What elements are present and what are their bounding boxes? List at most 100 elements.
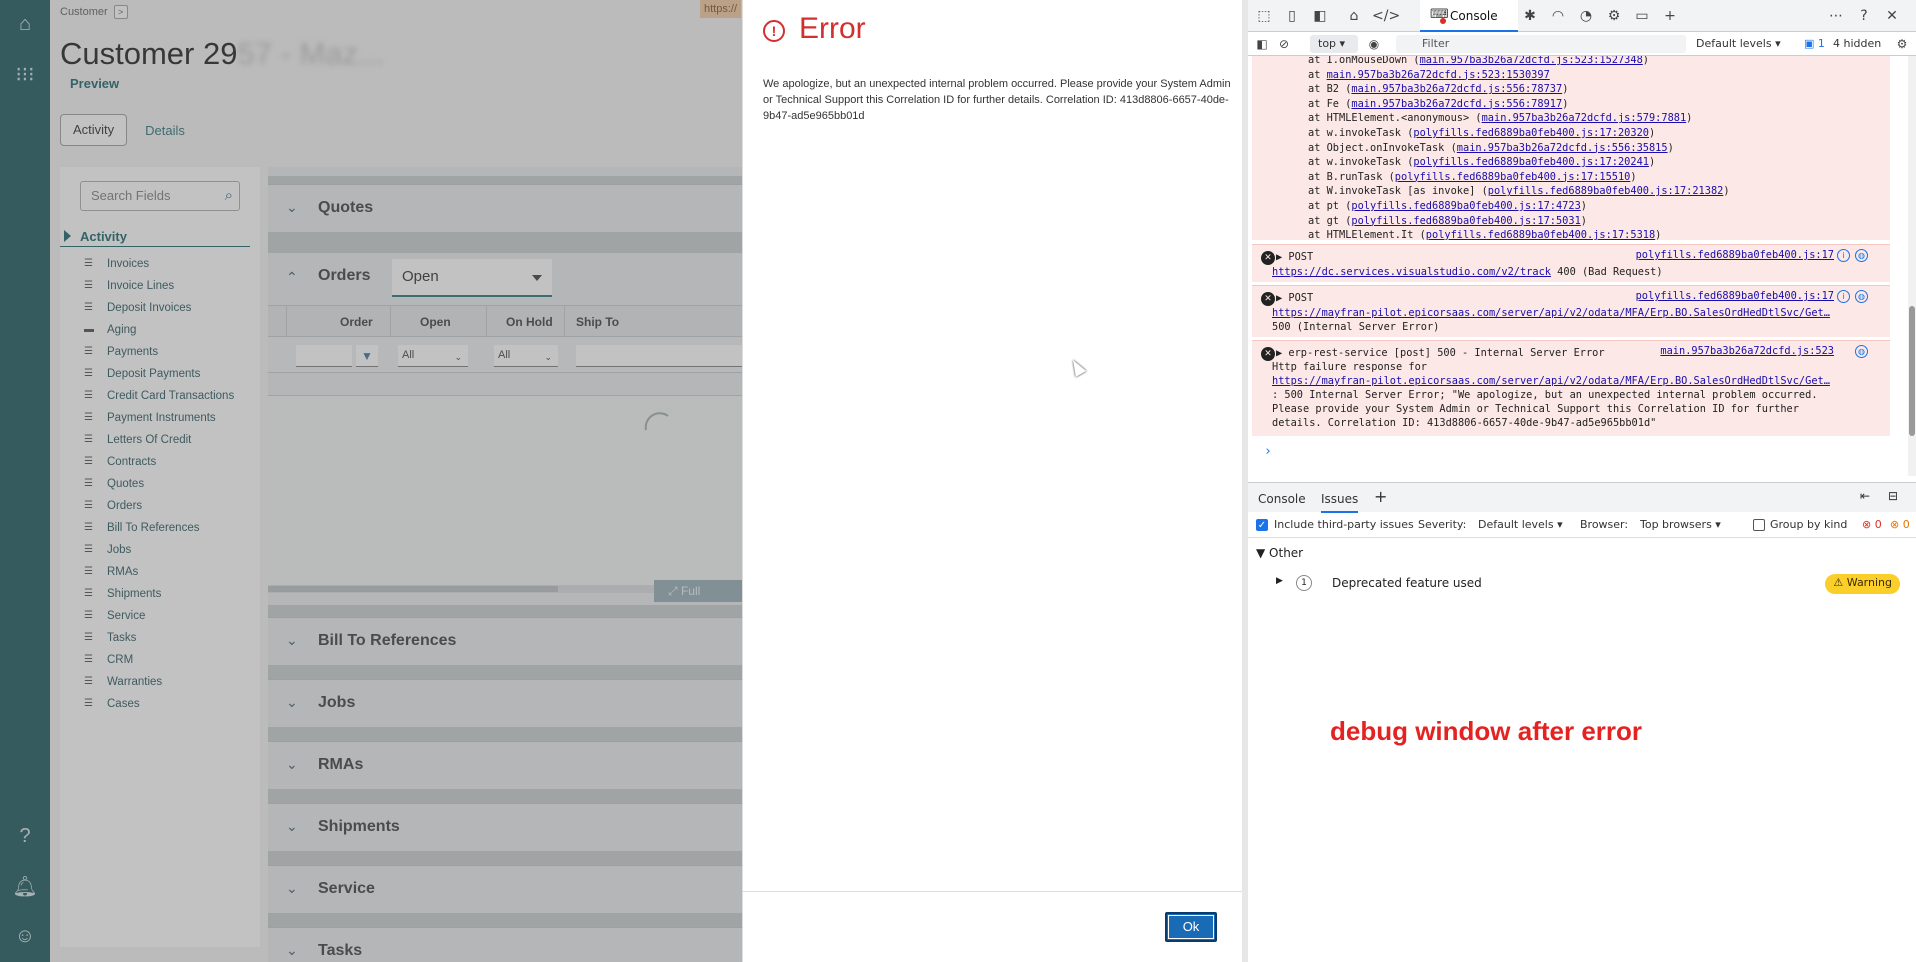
stack-frame-text: at w.invokeTask ( xyxy=(1308,126,1414,139)
log-row-expand[interactable]: ▶ erp-rest-service [post] 500 - Internal… xyxy=(1276,347,1605,359)
stack-frame-link[interactable]: main.957ba3b26a72dcfd.js:523:1530397 xyxy=(1327,69,1550,81)
request-url-link[interactable]: https://mayfran-pilot.epicorsaas.com/ser… xyxy=(1272,375,1830,387)
post-method: POST xyxy=(1288,251,1314,263)
issue-group-other[interactable]: ▼ Other xyxy=(1256,546,1303,560)
stack-trace-line: at B.runTask (polyfills.fed6889ba0feb400… xyxy=(1252,170,1890,185)
device-toggle-icon[interactable]: ▯ xyxy=(1282,6,1302,26)
log-levels-value: Default levels xyxy=(1696,37,1772,50)
stack-frame-link[interactable]: main.957ba3b26a72dcfd.js:579:7881 xyxy=(1482,112,1687,124)
info-icon[interactable]: i xyxy=(1837,290,1850,303)
scroll-thumb[interactable] xyxy=(1909,306,1915,436)
console-filter-input[interactable]: Filter xyxy=(1396,35,1686,53)
stack-frame-link[interactable]: polyfills.fed6889ba0feb400.js:17:5318 xyxy=(1426,229,1655,241)
severity-label: Severity: xyxy=(1418,518,1467,531)
stack-trace-line: at w.invokeTask (polyfills.fed6889ba0feb… xyxy=(1252,155,1890,170)
tab-console[interactable]: ⌨ Console xyxy=(1420,0,1518,32)
screen: ⌂ ⁝⁝⁝ ? 🔔︎ ☺ Customer > https:// Custome… xyxy=(0,0,1916,962)
warning-badge: ⚠ Warning xyxy=(1825,574,1900,594)
log-row-expand[interactable]: ▶ POST xyxy=(1276,251,1313,263)
dock-drawer-icon[interactable]: ⇤ xyxy=(1860,489,1870,503)
help-icon[interactable]: ? xyxy=(1854,6,1874,26)
severity-value: Default levels xyxy=(1478,518,1554,531)
clear-console-icon[interactable]: ⊘ xyxy=(1274,34,1294,54)
stack-frame-suffix: ) xyxy=(1686,112,1693,125)
stack-trace-line: at HTMLElement.<anonymous> (main.957ba3b… xyxy=(1252,111,1890,126)
stack-frame-link[interactable]: polyfills.fed6889ba0feb400.js:17:15510 xyxy=(1395,171,1631,183)
dock-icon[interactable]: ◧ xyxy=(1310,6,1330,26)
expand-triangle-icon[interactable]: ▶ xyxy=(1276,576,1283,586)
bug-icon[interactable]: ✱ xyxy=(1520,6,1540,26)
log-levels-select[interactable]: Default levels ▾ xyxy=(1696,37,1781,50)
request-url-link[interactable]: https://mayfran-pilot.epicorsaas.com/ser… xyxy=(1272,307,1830,319)
console-output: at I.onMouseDown (main.957ba3b26a72dcfd.… xyxy=(1248,56,1908,476)
stack-frame-link[interactable]: polyfills.fed6889ba0feb400.js:17:20320 xyxy=(1413,127,1649,139)
console-scrollbar[interactable] xyxy=(1908,56,1916,476)
stack-frame-text: at HTMLElement.It ( xyxy=(1308,229,1426,242)
log-row-expand[interactable]: ▶ POST xyxy=(1276,292,1313,304)
dialog-footer: Ok xyxy=(743,891,1243,962)
context-select[interactable]: top ▾ xyxy=(1310,35,1358,53)
more-icon[interactable]: ⋯ xyxy=(1826,6,1846,26)
devtools-panel: ⬚ ▯ ◧ ⌂ </> ⌨ Console ✱ ◠ ◔ ⚙ ▭ + ⋯ ? ✕ ◧… xyxy=(1248,0,1916,962)
console-settings-icon[interactable]: ⚙ xyxy=(1892,34,1912,54)
ok-button[interactable]: Ok xyxy=(1165,912,1217,942)
stack-frame-link[interactable]: main.957ba3b26a72dcfd.js:556:78737 xyxy=(1351,83,1562,95)
error-x-icon: ✕ xyxy=(1261,347,1275,361)
issue-row[interactable]: ▶ 1 Deprecated feature used ⚠ Warning xyxy=(1248,570,1916,598)
elements-icon[interactable]: </> xyxy=(1372,6,1400,26)
warning-count: ⊗ 0 xyxy=(1890,518,1910,531)
severity-select[interactable]: Default levels ▾ xyxy=(1478,518,1563,531)
stack-frame-suffix: ) xyxy=(1580,214,1587,227)
hidden-count: 4 hidden xyxy=(1833,37,1882,50)
source-link[interactable]: main.957ba3b26a72dcfd.js:523 xyxy=(1660,345,1834,357)
source-link[interactable]: polyfills.fed6889ba0feb400.js:17 xyxy=(1636,290,1834,302)
welcome-home-icon[interactable]: ⌂ xyxy=(1344,6,1364,26)
stack-trace-line: at Fe (main.957ba3b26a72dcfd.js:556:7891… xyxy=(1252,97,1890,112)
console-prompt-icon[interactable]: › xyxy=(1264,444,1272,459)
application-icon[interactable]: ▭ xyxy=(1632,6,1652,26)
third-party-checkbox[interactable]: ✓ xyxy=(1256,519,1268,531)
stack-trace-line: at w.invokeTask (polyfills.fed6889ba0feb… xyxy=(1252,126,1890,141)
settings-gear-icon[interactable]: ⚙ xyxy=(1604,6,1624,26)
console-toolbar: ◧ ⊘ top ▾ ◉ Filter Default levels ▾ ▣ 1 … xyxy=(1248,32,1916,56)
add-tab-icon[interactable]: + xyxy=(1660,6,1680,26)
add-drawer-tab-icon[interactable]: + xyxy=(1374,487,1387,506)
stack-frame-link[interactable]: polyfills.fed6889ba0feb400.js:17:20241 xyxy=(1413,156,1649,168)
stack-frame-link[interactable]: main.957ba3b26a72dcfd.js:523:1527348 xyxy=(1420,56,1643,66)
request-url-link[interactable]: https://dc.services.visualstudio.com/v2/… xyxy=(1272,266,1551,278)
copilot-icon[interactable]: ◍ xyxy=(1855,290,1868,303)
stack-frame-suffix: ) xyxy=(1562,83,1569,96)
issues-count-badge[interactable]: ▣ 1 xyxy=(1804,37,1825,50)
stack-frame-text: at xyxy=(1308,68,1327,81)
stack-frame-text: at HTMLElement.<anonymous> ( xyxy=(1308,112,1482,125)
error-x-icon: ✕ xyxy=(1261,292,1275,306)
group-by-kind-checkbox[interactable] xyxy=(1753,519,1765,531)
copilot-icon[interactable]: ◍ xyxy=(1855,249,1868,262)
stack-frame-suffix: ) xyxy=(1642,56,1649,66)
close-drawer-icon[interactable]: ⊟ xyxy=(1888,489,1898,503)
eye-icon[interactable]: ◉ xyxy=(1364,34,1384,54)
third-party-label: Include third-party issues xyxy=(1274,518,1414,531)
network-wifi-icon[interactable]: ◠ xyxy=(1548,6,1568,26)
browser-select[interactable]: Top browsers ▾ xyxy=(1640,518,1721,531)
info-icon[interactable]: i xyxy=(1837,249,1850,262)
source-link[interactable]: polyfills.fed6889ba0feb400.js:17 xyxy=(1636,249,1834,261)
stack-frame-link[interactable]: polyfills.fed6889ba0feb400.js:17:5031 xyxy=(1351,215,1580,227)
copilot-icon[interactable]: ◍ xyxy=(1855,345,1868,358)
stack-frame-link[interactable]: polyfills.fed6889ba0feb400.js:17:21382 xyxy=(1488,185,1724,197)
stack-frame-suffix: ) xyxy=(1630,170,1637,183)
close-icon[interactable]: ✕ xyxy=(1882,6,1902,26)
drawer-tab-console[interactable]: Console xyxy=(1258,492,1306,506)
stack-frame-link[interactable]: main.957ba3b26a72dcfd.js:556:35815 xyxy=(1457,142,1668,154)
stack-frame-suffix: ) xyxy=(1723,185,1730,198)
stack-frame-text: at Fe ( xyxy=(1308,97,1352,110)
dialog-title: Error xyxy=(799,12,866,45)
drawer-tab-issues[interactable]: Issues xyxy=(1321,492,1359,513)
modal-scrim xyxy=(0,0,742,962)
stack-frame-link[interactable]: main.957ba3b26a72dcfd.js:556:78917 xyxy=(1351,98,1562,110)
performance-icon[interactable]: ◔ xyxy=(1576,6,1596,26)
inspect-icon[interactable]: ⬚ xyxy=(1254,6,1274,26)
group-by-kind-label: Group by kind xyxy=(1770,518,1848,531)
sidebar-toggle-icon[interactable]: ◧ xyxy=(1252,34,1272,54)
stack-frame-link[interactable]: polyfills.fed6889ba0feb400.js:17:4723 xyxy=(1351,200,1580,212)
